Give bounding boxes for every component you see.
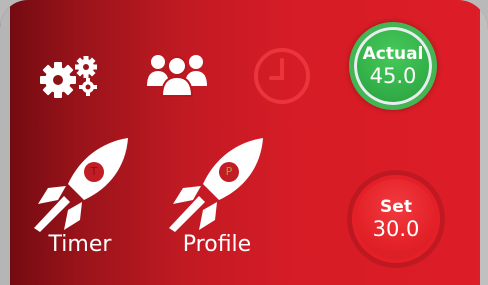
timer-rocket-button[interactable]: T (30, 136, 130, 234)
main-panel: Actual 45.0 T Timer P Profile Set 30.0 (0, 0, 488, 285)
profile-label[interactable]: Profile (172, 232, 262, 257)
actual-title: Actual (362, 44, 424, 64)
set-value: 30.0 (372, 217, 420, 241)
clock-icon[interactable] (251, 45, 313, 107)
gears-icon[interactable] (38, 50, 102, 100)
rocket-icon (34, 138, 128, 232)
timer-label[interactable]: Timer (40, 232, 120, 257)
profile-badge: P (225, 165, 233, 178)
users-icon[interactable] (146, 52, 208, 98)
actual-value: 45.0 (369, 64, 417, 88)
set-readout[interactable]: Set 30.0 (352, 175, 440, 263)
timer-badge: T (90, 165, 98, 178)
rocket-icon (169, 138, 263, 232)
profile-rocket-button[interactable]: P (165, 136, 265, 234)
set-title: Set (380, 197, 412, 217)
left-edge (0, 0, 10, 285)
actual-readout: Actual 45.0 (349, 22, 437, 110)
right-edge (480, 0, 488, 285)
